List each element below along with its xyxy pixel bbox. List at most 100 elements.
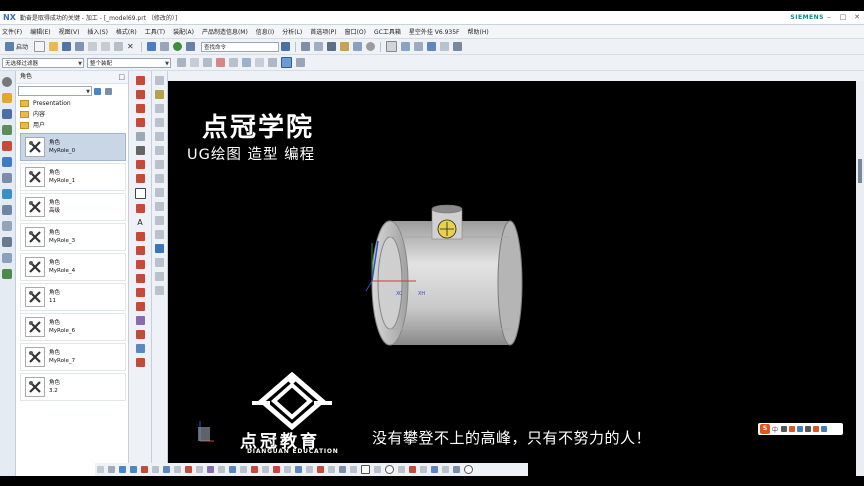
project-curve-icon[interactable] (135, 246, 145, 255)
layer-icon[interactable] (186, 42, 196, 51)
role-item[interactable]: 角色 MyRole_6 (20, 313, 126, 341)
zoom-icon[interactable] (327, 42, 337, 51)
delete-icon[interactable]: ✕ (127, 42, 136, 51)
copy-icon[interactable] (101, 42, 111, 51)
extend-curve-icon[interactable] (135, 288, 145, 297)
tool-icon[interactable] (240, 466, 247, 473)
tool-icon[interactable] (284, 466, 291, 473)
assembly-scope-dropdown[interactable]: 整个装配 ▼ (87, 57, 171, 68)
menu-window[interactable]: 窗口(O) (341, 27, 370, 36)
tool-icon[interactable] (442, 466, 449, 473)
settings-icon[interactable] (2, 77, 12, 87)
chamfer-icon[interactable] (155, 216, 164, 225)
system-scene-icon[interactable] (2, 253, 12, 263)
tool-icon[interactable] (251, 466, 258, 473)
refresh-icon[interactable] (94, 87, 101, 95)
pan-icon[interactable] (353, 42, 363, 51)
edge-select-icon[interactable] (242, 58, 251, 67)
tool-icon[interactable] (207, 466, 214, 473)
save-icon[interactable] (62, 42, 72, 51)
pin-icon[interactable]: □ (118, 71, 125, 83)
surface-curve-icon[interactable] (135, 344, 145, 353)
process-studio-icon[interactable] (2, 205, 12, 215)
keyboard-icon[interactable] (797, 426, 804, 432)
tool-icon[interactable] (196, 466, 203, 473)
paste-icon[interactable] (114, 42, 124, 51)
pad-icon[interactable] (155, 146, 164, 155)
edit-object-icon[interactable] (401, 42, 411, 51)
new-file-icon[interactable] (34, 41, 46, 52)
analysis-icon[interactable] (427, 42, 437, 51)
list-view-icon[interactable] (105, 87, 112, 95)
slot-icon[interactable] (155, 160, 164, 169)
spline-icon[interactable] (135, 104, 145, 113)
back-icon[interactable] (119, 466, 126, 473)
rotate-icon[interactable] (340, 42, 350, 51)
punctuation-icon[interactable] (789, 426, 796, 432)
divide-curve-icon[interactable] (135, 302, 145, 311)
menu-help[interactable]: 帮助(H) (463, 27, 492, 36)
redo-icon[interactable] (160, 42, 170, 51)
measure-icon[interactable] (414, 42, 424, 51)
tool-icon[interactable] (453, 466, 460, 473)
grid-icon[interactable] (440, 42, 450, 51)
snap-point-icon[interactable] (281, 57, 292, 68)
menu-view[interactable]: 视图(V) (55, 27, 84, 36)
forward-icon[interactable] (130, 466, 137, 473)
hole-icon[interactable] (155, 104, 164, 113)
filter-icon[interactable] (177, 58, 186, 67)
web-browser-icon[interactable] (2, 157, 12, 167)
undo-icon[interactable] (147, 42, 157, 51)
render-style-icon[interactable] (366, 42, 376, 51)
save-as-icon[interactable] (75, 42, 85, 51)
role-item[interactable]: 角色 MyRole_0 (20, 133, 126, 161)
tool-icon[interactable] (218, 466, 225, 473)
boss-icon[interactable] (155, 118, 164, 127)
fit-view-icon[interactable] (314, 42, 324, 51)
graphics-viewport[interactable]: 点冠学院 UG绘图 造型 编程 XC XH 点冠教育 DIANGUAN EDUC… (168, 81, 856, 476)
role-item[interactable]: 角色 MyRole_7 (20, 343, 126, 371)
history-icon[interactable] (2, 173, 12, 183)
tool-icon[interactable] (141, 466, 148, 473)
shell-icon[interactable] (155, 230, 164, 239)
wrap-curve-icon[interactable] (135, 316, 145, 325)
tool-icon[interactable] (97, 466, 104, 473)
extrude-icon[interactable] (155, 76, 164, 85)
thread-icon[interactable] (155, 188, 164, 197)
rectangle-icon[interactable] (134, 188, 146, 199)
line-icon[interactable] (135, 76, 145, 85)
panel-filter-dropdown[interactable]: ▼ (18, 86, 92, 96)
role-item[interactable]: 角色 高级 (20, 193, 126, 221)
role-item[interactable]: 角色 MyRole_1 (20, 163, 126, 191)
menu-edit[interactable]: 编辑(E) (26, 27, 54, 36)
menu-pmi[interactable]: 产品制造信息(M) (198, 27, 252, 36)
cut-icon[interactable] (88, 42, 98, 51)
feature-select-icon[interactable] (216, 58, 225, 67)
start-button[interactable]: 启动 (16, 42, 28, 51)
tool-icon[interactable] (339, 466, 346, 473)
voice-icon[interactable] (805, 426, 812, 432)
tool-icon[interactable] (385, 465, 394, 474)
skin-icon[interactable] (813, 426, 820, 432)
arc-icon[interactable] (135, 90, 145, 99)
revolve-icon[interactable] (155, 90, 164, 99)
tool-icon[interactable] (409, 466, 416, 473)
assembly-navigator-icon[interactable] (2, 109, 12, 119)
menu-tools[interactable]: 工具(T) (141, 27, 169, 36)
intersect-curve-icon[interactable] (135, 260, 145, 269)
display-icon[interactable] (386, 41, 398, 52)
conic-icon[interactable] (135, 204, 145, 213)
tool-icon[interactable] (317, 466, 324, 473)
sphere-icon[interactable] (173, 42, 183, 51)
point-icon[interactable] (135, 146, 145, 155)
groove-icon[interactable] (155, 174, 164, 183)
minimize-button[interactable]: – (822, 11, 836, 24)
roles-icon[interactable] (2, 237, 12, 247)
menu-assembly[interactable]: 装配(A) (169, 27, 198, 36)
select-all-icon[interactable] (190, 58, 199, 67)
selection-filter-dropdown[interactable]: 无选择过滤器 ▼ (2, 57, 84, 68)
tool-icon[interactable] (295, 466, 302, 473)
manufacturing-wizard-icon[interactable] (2, 221, 12, 231)
tool-icon[interactable] (350, 466, 357, 473)
snap-icon[interactable] (453, 42, 463, 51)
